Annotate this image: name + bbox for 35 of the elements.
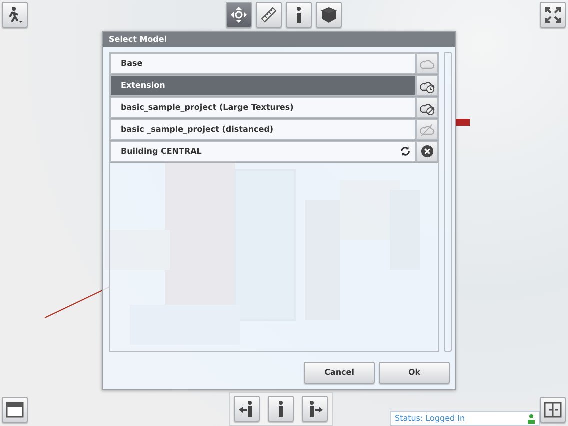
move-tool-button[interactable] xyxy=(226,2,252,28)
info-tool-button[interactable] xyxy=(286,2,312,28)
model-name: Building CENTRAL xyxy=(121,146,202,158)
model-list-item[interactable]: Building CENTRAL xyxy=(110,141,416,162)
walk-mode-button[interactable] xyxy=(2,2,28,28)
status-label: Status: xyxy=(395,414,424,422)
scrollbar[interactable] xyxy=(444,52,452,352)
model-list-item[interactable]: Base xyxy=(110,53,416,74)
sync-icon[interactable] xyxy=(400,146,411,157)
ruler-icon xyxy=(260,6,278,24)
model-list-item[interactable]: Extension xyxy=(110,75,416,96)
fullscreen-button[interactable] xyxy=(540,2,566,28)
model-list-item[interactable]: basic_sample_project (Large Textures) xyxy=(110,97,416,118)
person-icon xyxy=(276,400,286,418)
split-view-button[interactable] xyxy=(540,397,566,423)
cloud-crossed-icon xyxy=(419,122,435,138)
ruler-tool-button[interactable] xyxy=(256,2,282,28)
dialog-button[interactable]: Ok xyxy=(379,362,450,384)
step-right-button[interactable] xyxy=(302,396,328,422)
step-left-button[interactable] xyxy=(234,396,260,422)
dialog-title: Select Model xyxy=(103,32,455,47)
window-button[interactable] xyxy=(2,397,28,423)
split-view-icon xyxy=(544,402,562,418)
user-icon xyxy=(528,414,535,424)
model-list-item[interactable]: basic _sample_project (distanced) xyxy=(110,119,416,140)
dialog-button[interactable]: Cancel xyxy=(304,362,375,384)
close-icon[interactable] xyxy=(420,145,434,158)
cube-tool-button[interactable] xyxy=(316,2,342,28)
window-icon xyxy=(6,402,24,418)
cube-icon xyxy=(320,6,338,24)
info-icon xyxy=(295,6,303,24)
move-icon xyxy=(230,6,248,24)
person-button[interactable] xyxy=(268,396,294,422)
fullscreen-icon xyxy=(544,6,562,24)
status-value: Logged In xyxy=(426,414,466,422)
